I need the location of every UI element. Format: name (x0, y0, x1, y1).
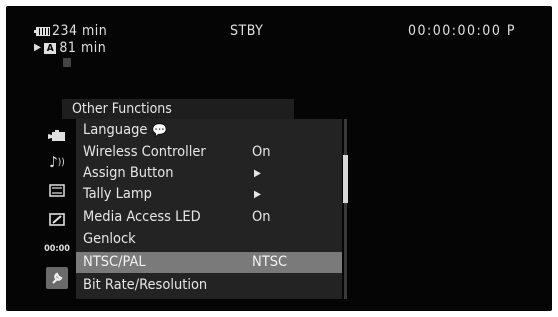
menu-item-value: On (252, 144, 271, 160)
menu-item-media-access-led[interactable]: Media Access LED On (76, 207, 342, 228)
menu-item-label: Assign Button (83, 165, 174, 181)
menu-item-label: Tally Lamp (83, 186, 152, 202)
scrollbar-thumb[interactable] (343, 155, 348, 203)
menu-item-genlock[interactable]: Genlock (76, 229, 342, 250)
speech-bubble-icon: 💬 (152, 123, 168, 137)
menu-item-label: Media Access LED (83, 209, 201, 225)
menu-item-label: Bit Rate/Resolution (83, 277, 208, 293)
lcd-setup-icon[interactable] (42, 208, 72, 230)
menu-item-language[interactable]: Language 💬 (76, 120, 342, 141)
menu-item-value: On (252, 209, 271, 225)
menu-sidebar: ♪)) 00:00 (42, 119, 72, 299)
menu-item-value: NTSC (252, 254, 288, 270)
menu-item-wireless-controller[interactable]: Wireless Controller On (76, 142, 342, 163)
video-setup-icon[interactable] (42, 179, 72, 201)
menu-item-label: NTSC/PAL (83, 254, 146, 270)
timecode-icon[interactable]: 00:00 (42, 238, 72, 260)
menu-item-ntsc-pal[interactable]: NTSC/PAL NTSC (76, 252, 342, 273)
battery-icon (34, 26, 50, 36)
menu-item-label: Language (83, 122, 148, 138)
menu-item-assign-button[interactable]: Assign Button ▶ (76, 163, 342, 184)
audio-icon[interactable]: ♪)) (42, 151, 72, 173)
battery-status: 234 min (34, 23, 107, 39)
timecode: 00:00:00:00 P (408, 23, 516, 39)
camera-screen: 234 min ▶ A 81 min STBY 00:00:00:00 P Ot… (6, 6, 552, 311)
scrollbar-track[interactable] (344, 119, 347, 299)
menu-item-tally-lamp[interactable]: Tally Lamp ▶ (76, 184, 342, 205)
card-icon (63, 58, 71, 67)
camera-icon[interactable] (42, 125, 72, 147)
menu-item-bit-rate-resolution[interactable]: Bit Rate/Resolution (76, 275, 342, 296)
chevron-right-icon: ▶ (254, 168, 261, 179)
play-icon: ▶ (34, 42, 42, 53)
menu-item-label: Genlock (83, 231, 136, 247)
media-status: ▶ A 81 min (34, 40, 106, 56)
menu-item-label: Wireless Controller (83, 144, 206, 160)
system-setup-icon[interactable] (46, 267, 68, 289)
chevron-right-icon: ▶ (254, 189, 261, 200)
battery-time: 234 min (52, 23, 108, 39)
media-time: 81 min (59, 40, 107, 56)
menu-title: Other Functions (62, 99, 294, 119)
media-slot-icon: A (44, 42, 57, 54)
mode-indicator: STBY (230, 23, 264, 39)
